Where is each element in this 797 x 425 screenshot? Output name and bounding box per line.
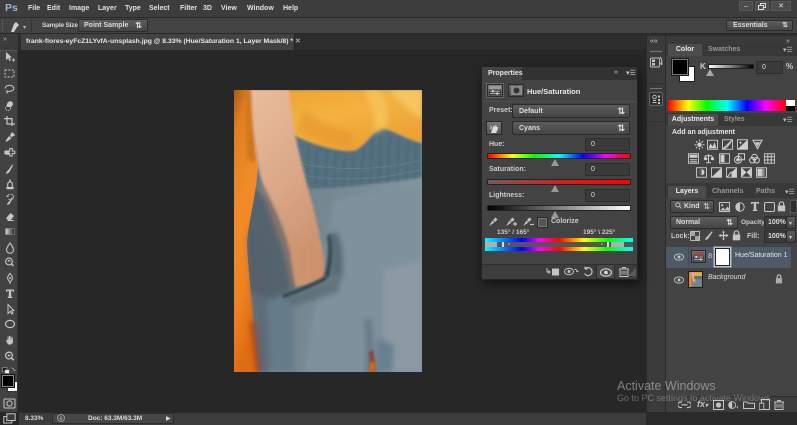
svg-text:▾: ▾ [736,404,738,409]
